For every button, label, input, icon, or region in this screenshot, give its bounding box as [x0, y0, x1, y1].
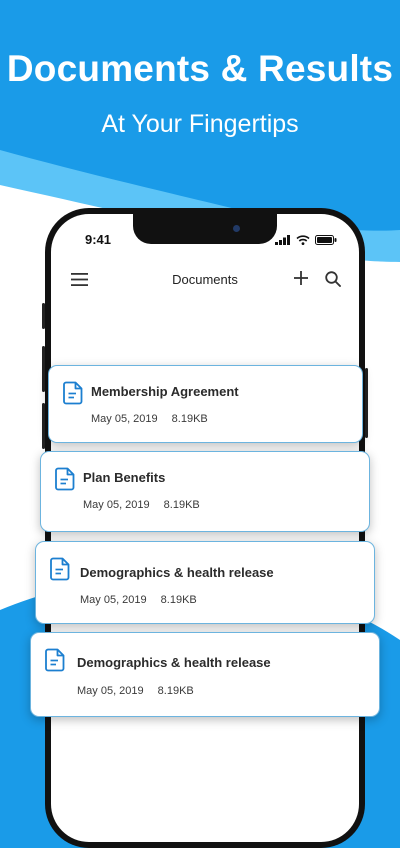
- document-date: May 05, 2019: [83, 499, 150, 511]
- document-icon: [55, 467, 75, 491]
- document-date: May 05, 2019: [80, 594, 147, 606]
- promo-subline: At Your Fingertips: [101, 110, 299, 138]
- document-size: 8.19KB: [157, 685, 194, 697]
- plus-icon[interactable]: [293, 270, 309, 286]
- status-icons: [275, 235, 337, 245]
- document-title: Plan Benefits: [83, 470, 166, 485]
- document-date: May 05, 2019: [91, 413, 158, 425]
- wifi-icon: [296, 235, 310, 245]
- phone-power-button: [365, 368, 368, 438]
- document-card[interactable]: Demographics & health release May 05, 20…: [30, 632, 380, 717]
- phone-volume-up: [42, 346, 45, 392]
- document-size: 8.19KB: [160, 594, 197, 606]
- phone-mute-switch: [42, 303, 45, 329]
- camera-icon: [233, 225, 240, 232]
- document-meta: May 05, 2019 8.19KB: [80, 594, 197, 606]
- nav-bar: Documents: [51, 264, 359, 294]
- phone-volume-down: [42, 403, 45, 449]
- promo-headline: Documents & Results: [6, 48, 394, 89]
- document-date: May 05, 2019: [77, 685, 144, 697]
- document-meta: May 05, 2019 8.19KB: [91, 413, 208, 425]
- nav-title: Documents: [172, 272, 238, 287]
- document-title: Membership Agreement: [91, 384, 239, 399]
- document-icon: [63, 381, 83, 405]
- document-meta: May 05, 2019 8.19KB: [83, 499, 200, 511]
- document-card[interactable]: Membership Agreement May 05, 2019 8.19KB: [48, 365, 363, 443]
- phone-notch: [133, 214, 277, 244]
- document-size: 8.19KB: [171, 413, 208, 425]
- signal-icon: [275, 235, 290, 245]
- document-card[interactable]: Plan Benefits May 05, 2019 8.19KB: [40, 451, 370, 532]
- document-icon: [45, 648, 65, 672]
- document-size: 8.19KB: [163, 499, 200, 511]
- document-meta: May 05, 2019 8.19KB: [77, 685, 194, 697]
- battery-icon: [315, 235, 337, 245]
- document-card[interactable]: Demographics & health release May 05, 20…: [35, 541, 375, 624]
- search-icon[interactable]: [325, 271, 341, 287]
- document-title: Demographics & health release: [77, 655, 271, 670]
- document-icon: [50, 557, 70, 581]
- document-title: Demographics & health release: [80, 565, 274, 580]
- status-time: 9:41: [85, 232, 112, 247]
